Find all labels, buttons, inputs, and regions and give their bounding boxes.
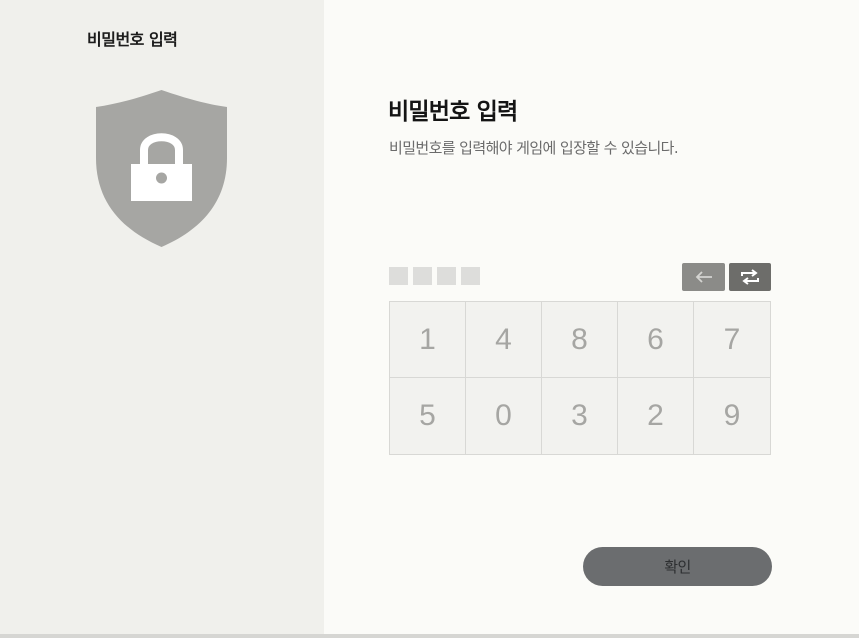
keypad-key[interactable]: 6 <box>618 302 694 378</box>
keypad-key[interactable]: 1 <box>390 302 466 378</box>
shuffle-keypad-button[interactable] <box>729 263 771 291</box>
pin-indicator <box>389 267 480 285</box>
pin-slot <box>413 267 432 285</box>
keypad-key[interactable]: 8 <box>542 302 618 378</box>
keypad-key[interactable]: 4 <box>466 302 542 378</box>
backspace-button[interactable] <box>682 263 725 291</box>
pin-slot <box>461 267 480 285</box>
keypad-key[interactable]: 0 <box>466 378 542 454</box>
refresh-icon <box>741 269 759 285</box>
keypad-key[interactable]: 3 <box>542 378 618 454</box>
keypad-key[interactable]: 2 <box>618 378 694 454</box>
page-title: 비밀번호 입력 <box>388 99 518 125</box>
keypad-key[interactable]: 5 <box>390 378 466 454</box>
shield-lock-icon <box>96 90 227 247</box>
arrow-left-icon <box>695 271 712 283</box>
confirm-button[interactable]: 확인 <box>583 547 772 586</box>
keypad: 1 4 8 6 7 5 0 3 2 9 <box>389 301 771 455</box>
sidebar-title: 비밀번호 입력 <box>87 30 178 49</box>
keypad-key[interactable]: 7 <box>694 302 770 378</box>
bottom-divider <box>0 634 859 638</box>
pin-slot <box>389 267 408 285</box>
keypad-key[interactable]: 9 <box>694 378 770 454</box>
page-description: 비밀번호를 입력해야 게임에 입장할 수 있습니다. <box>389 139 679 157</box>
left-panel: 비밀번호 입력 <box>0 0 324 638</box>
pin-slot <box>437 267 456 285</box>
